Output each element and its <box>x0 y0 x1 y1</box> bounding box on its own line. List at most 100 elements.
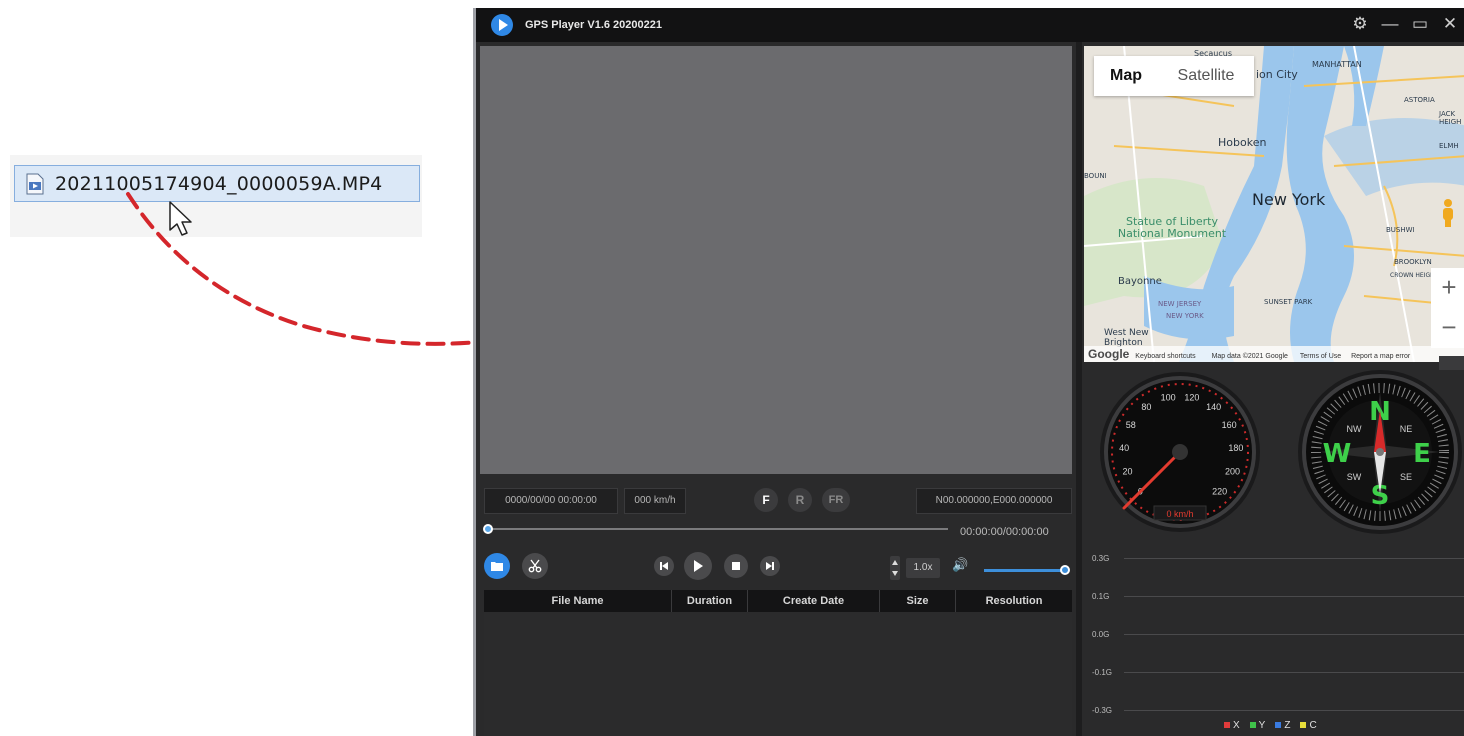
rear-camera-button[interactable]: R <box>788 488 812 512</box>
map-label-jackson-heights: JACK HEIGH <box>1439 110 1462 126</box>
front-rear-camera-button[interactable]: FR <box>822 488 850 512</box>
map-label-hoboken: Hoboken <box>1218 136 1267 149</box>
compass-northwest: NW <box>1347 424 1362 434</box>
map-label-new-york: New York <box>1252 190 1326 209</box>
compass-northeast: NE <box>1400 424 1413 434</box>
column-duration[interactable]: Duration <box>672 590 748 612</box>
speedometer-tick-label: 140 <box>1206 402 1221 412</box>
zoom-out-button[interactable]: − <box>1431 308 1464 348</box>
legend-y[interactable]: Y <box>1249 720 1265 731</box>
map-label-west-new-brighton: West New Brighton <box>1104 328 1149 348</box>
play-icon <box>694 560 703 572</box>
playback-rate-stepper[interactable] <box>890 556 900 580</box>
map-label-elmhurst: ELMH <box>1439 142 1459 150</box>
column-create-date[interactable]: Create Date <box>748 590 880 612</box>
volume-icon[interactable]: 🔊 <box>952 557 968 573</box>
map-view[interactable]: Map Satellite Secaucus ion City MANHATTA… <box>1084 46 1464 362</box>
street-view-pegman-icon[interactable] <box>1440 198 1456 228</box>
terms-link[interactable]: Terms of Use <box>1300 353 1341 360</box>
datetime-readout: 0000/00/00 00:00:00 <box>484 488 618 514</box>
map-label-bayonne: Bayonne <box>1118 276 1162 287</box>
satellite-tab[interactable]: Satellite <box>1158 56 1254 96</box>
speedometer-tick-label: 58 <box>1126 420 1136 430</box>
compass-west: W <box>1323 439 1352 469</box>
clip-button[interactable] <box>522 553 548 579</box>
progress-knob[interactable] <box>483 524 493 534</box>
gsensor-axis-label: 0.0G <box>1092 630 1110 639</box>
compass-east: E <box>1413 439 1431 469</box>
map-label-new-jersey: NEW JERSEY <box>1158 300 1202 308</box>
map-type-toggle: Map Satellite <box>1094 56 1254 96</box>
speedometer-and-compass: 020405880100120140160180200220 0 km/h N … <box>1100 370 1462 534</box>
report-error-link[interactable]: Report a map error <box>1351 353 1410 360</box>
window-controls: ⚙ — ▭ ✕ <box>1349 13 1461 35</box>
map-label-brooklyn: BROOKLYN <box>1394 258 1432 266</box>
info-row: 0000/00/00 00:00:00 000 km/h F R FR N00.… <box>476 488 1076 514</box>
previous-button[interactable] <box>654 556 674 576</box>
screenshot: 20211005174904_0000059A.MP4 GPS Player V… <box>0 0 1464 736</box>
compass-gauge: N E S W NE SE SW NW <box>1298 370 1462 534</box>
file-table-header: File Name Duration Create Date Size Reso… <box>484 590 1072 612</box>
map-label-bound: BOUNI <box>1084 172 1107 180</box>
gsensor-legend: X Y Z C <box>1224 720 1317 731</box>
playback-controls: 1.0x 🔊 <box>476 551 1076 580</box>
column-resolution[interactable]: Resolution <box>956 590 1072 612</box>
folder-icon <box>491 562 503 571</box>
skip-back-icon <box>660 562 668 570</box>
scissors-icon <box>528 559 542 573</box>
map-tab[interactable]: Map <box>1094 56 1158 96</box>
gauges-panel: 020405880100120140160180200220 0 km/h N … <box>1084 370 1464 546</box>
compass-southwest: SW <box>1347 472 1362 482</box>
map-label-sunset-park: SUNSET PARK <box>1264 298 1313 306</box>
map-label-secaucus: Secaucus <box>1194 49 1233 58</box>
map-label-union-city: ion City <box>1256 68 1298 81</box>
up-down-arrows-icon <box>892 560 898 576</box>
speed-gauge-readout: 0 km/h <box>1166 509 1193 519</box>
gsensor-chart: 0.3G 0.1G 0.0G -0.1G -0.3G X Y Z C <box>1084 538 1464 736</box>
map-label-astoria: ASTORIA <box>1404 96 1435 104</box>
time-readout: 00:00:00/00:00:00 <box>960 526 1049 538</box>
stop-button[interactable] <box>724 554 748 578</box>
column-size[interactable]: Size <box>880 590 956 612</box>
speedometer-gauge: 020405880100120140160180200220 0 km/h <box>1100 372 1260 532</box>
minimize-icon[interactable]: — <box>1379 13 1401 35</box>
gsensor-axis-label: 0.3G <box>1092 554 1110 563</box>
file-list[interactable] <box>484 612 1072 736</box>
front-camera-button[interactable]: F <box>754 488 778 512</box>
speedometer-tick-label: 120 <box>1184 392 1199 402</box>
speedometer-tick-label: 20 <box>1122 467 1132 477</box>
close-icon[interactable]: ✕ <box>1439 13 1461 35</box>
volume-slider[interactable] <box>984 569 1064 572</box>
open-folder-button[interactable] <box>484 553 510 579</box>
play-button[interactable] <box>684 552 712 580</box>
speedometer-tick-label: 200 <box>1225 467 1240 477</box>
settings-icon[interactable]: ⚙ <box>1349 13 1371 35</box>
speedometer-tick-label: 40 <box>1119 443 1129 453</box>
zoom-in-button[interactable]: + <box>1431 268 1464 308</box>
keyboard-shortcuts-link[interactable]: Keyboard shortcuts <box>1135 353 1195 360</box>
gsensor-axis-label: -0.3G <box>1092 706 1113 715</box>
volume-knob[interactable] <box>1060 565 1070 575</box>
stop-icon <box>732 562 740 570</box>
map-label-bushwick: BUSHWI <box>1386 226 1415 234</box>
gsensor-axis-label: 0.1G <box>1092 592 1110 601</box>
app-title: GPS Player V1.6 20200221 <box>525 19 662 31</box>
google-logo: Google <box>1088 347 1130 361</box>
legend-x[interactable]: X <box>1224 720 1240 731</box>
column-file-name[interactable]: File Name <box>484 590 672 612</box>
progress-bar[interactable] <box>483 524 948 534</box>
legend-z[interactable]: Z <box>1275 720 1290 731</box>
video-display[interactable] <box>480 46 1072 474</box>
coordinates-readout: N00.000000,E000.000000 <box>916 488 1072 514</box>
skip-forward-icon <box>766 562 774 570</box>
gps-player-window: GPS Player V1.6 20200221 ⚙ — ▭ ✕ 0000/00… <box>473 8 1464 736</box>
map-footer: Google Keyboard shortcuts Map data ©2021… <box>1084 346 1464 362</box>
app-logo-icon <box>491 14 513 36</box>
playback-rate[interactable]: 1.0x <box>906 558 940 578</box>
next-button[interactable] <box>760 556 780 576</box>
speedometer-tick-label: 80 <box>1141 402 1151 412</box>
map-label-statue-of-liberty: Statue of Liberty National Monument <box>1117 215 1227 240</box>
compass-southeast: SE <box>1400 472 1412 482</box>
legend-c[interactable]: C <box>1300 720 1317 731</box>
maximize-icon[interactable]: ▭ <box>1409 13 1431 35</box>
